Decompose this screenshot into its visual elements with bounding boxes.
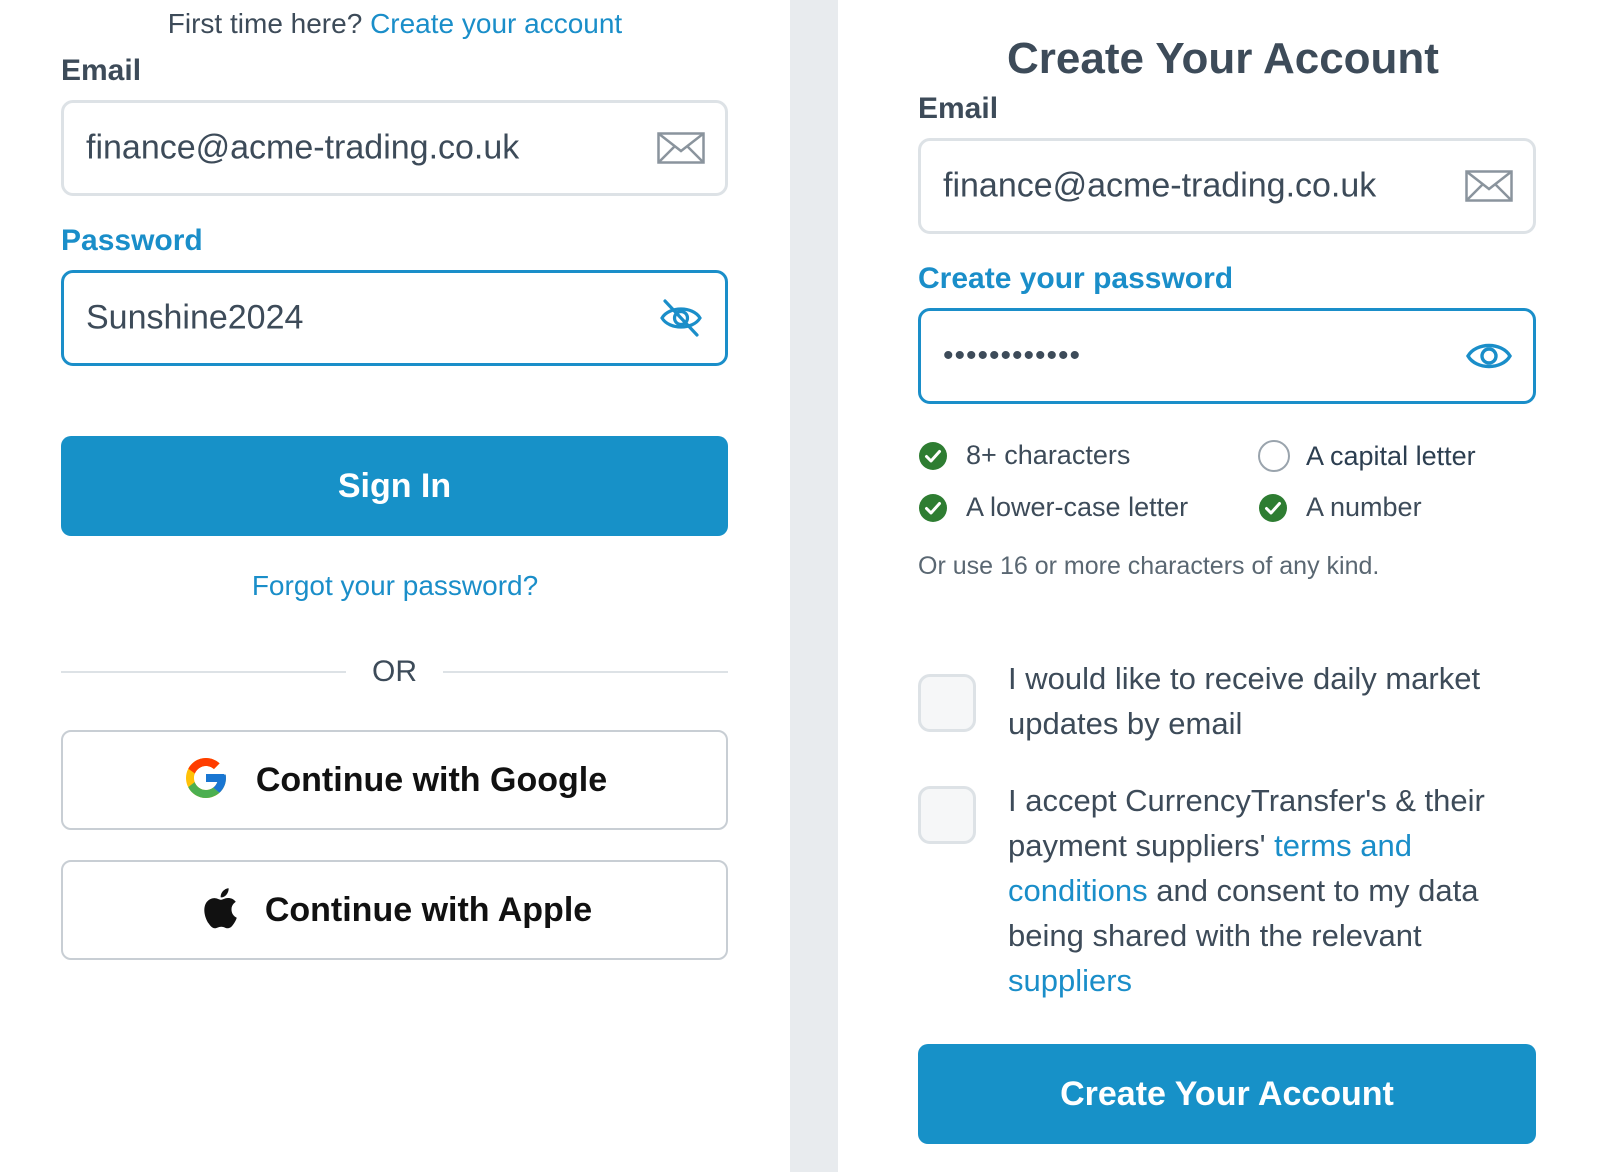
email-field[interactable]: finance@acme-trading.co.uk (61, 100, 728, 196)
or-text: OR (372, 655, 417, 688)
requirement-lowercase: A lower-case letter (918, 492, 1188, 523)
create-account-panel: Create Your Account Email finance@acme-t… (838, 0, 1608, 1172)
password-alt-hint: Or use 16 or more characters of any kind… (918, 552, 1380, 580)
create-password-label: Create your password (918, 262, 1234, 295)
envelope-icon (655, 128, 707, 168)
continue-with-google-button[interactable]: Continue with Google (61, 730, 728, 830)
password-field[interactable]: Sunshine2024 (61, 270, 728, 366)
signup-email-label: Email (918, 92, 999, 125)
terms-consent-text: I accept CurrencyTransfer's & their paym… (1008, 778, 1528, 1003)
forgot-password-link[interactable]: Forgot your password? (0, 570, 790, 602)
apple-icon (197, 884, 239, 937)
marketing-consent-line1: I would like to receive daily market (1008, 661, 1481, 696)
create-password-masked-value: •••••••••••• (943, 339, 1082, 372)
sign-in-button[interactable]: Sign In (61, 436, 728, 536)
requirement-label: A number (1306, 492, 1422, 522)
requirement-capital: A capital letter (1258, 440, 1476, 472)
or-line-right (443, 671, 728, 673)
marketing-consent-line2: updates by email (1008, 706, 1243, 741)
requirement-length: 8+ characters (918, 440, 1130, 471)
continue-with-apple-button[interactable]: Continue with Apple (61, 860, 728, 960)
suppliers-link[interactable]: suppliers (1008, 963, 1132, 998)
check-circle-icon (919, 493, 947, 522)
requirement-label: A capital letter (1306, 440, 1476, 471)
create-account-heading: Create Your Account (1007, 34, 1439, 83)
empty-circle-icon (1258, 440, 1290, 472)
create-account-link[interactable]: Create your account (370, 8, 622, 39)
password-value: Sunshine2024 (86, 298, 304, 337)
check-circle-icon (1259, 493, 1287, 522)
create-account-button[interactable]: Create Your Account (918, 1044, 1536, 1144)
sign-in-panel: First time here? Create your account Ema… (0, 0, 790, 1172)
email-value: finance@acme-trading.co.uk (86, 128, 520, 167)
requirement-number: A number (1258, 492, 1422, 523)
signup-email-field[interactable]: finance@acme-trading.co.uk (918, 138, 1536, 234)
password-label: Password (61, 224, 203, 257)
or-separator: OR (61, 652, 728, 692)
eye-slash-icon[interactable] (655, 298, 707, 338)
terms-consent-part1: I accept CurrencyTransfer's & their paym… (1008, 783, 1485, 863)
terms-consent-checkbox[interactable] (918, 786, 976, 844)
or-line-left (61, 671, 346, 673)
first-time-row: First time here? Create your account (0, 8, 790, 40)
apple-button-label: Continue with Apple (264, 890, 593, 929)
signup-email-value: finance@acme-trading.co.uk (943, 166, 1377, 205)
requirement-label: A lower-case letter (966, 492, 1189, 522)
google-button-label: Continue with Google (255, 760, 608, 799)
email-label: Email (61, 54, 142, 87)
marketing-consent-text: I would like to receive daily market upd… (1008, 656, 1568, 746)
check-circle-icon (919, 441, 947, 470)
requirement-label: 8+ characters (966, 440, 1131, 470)
first-time-text: First time here? (167, 8, 363, 39)
eye-icon[interactable] (1463, 336, 1515, 376)
google-icon (182, 754, 230, 807)
envelope-icon (1463, 166, 1515, 206)
marketing-consent-checkbox[interactable] (918, 674, 976, 732)
panel-divider (790, 0, 838, 1172)
create-password-field[interactable]: •••••••••••• (918, 308, 1536, 404)
